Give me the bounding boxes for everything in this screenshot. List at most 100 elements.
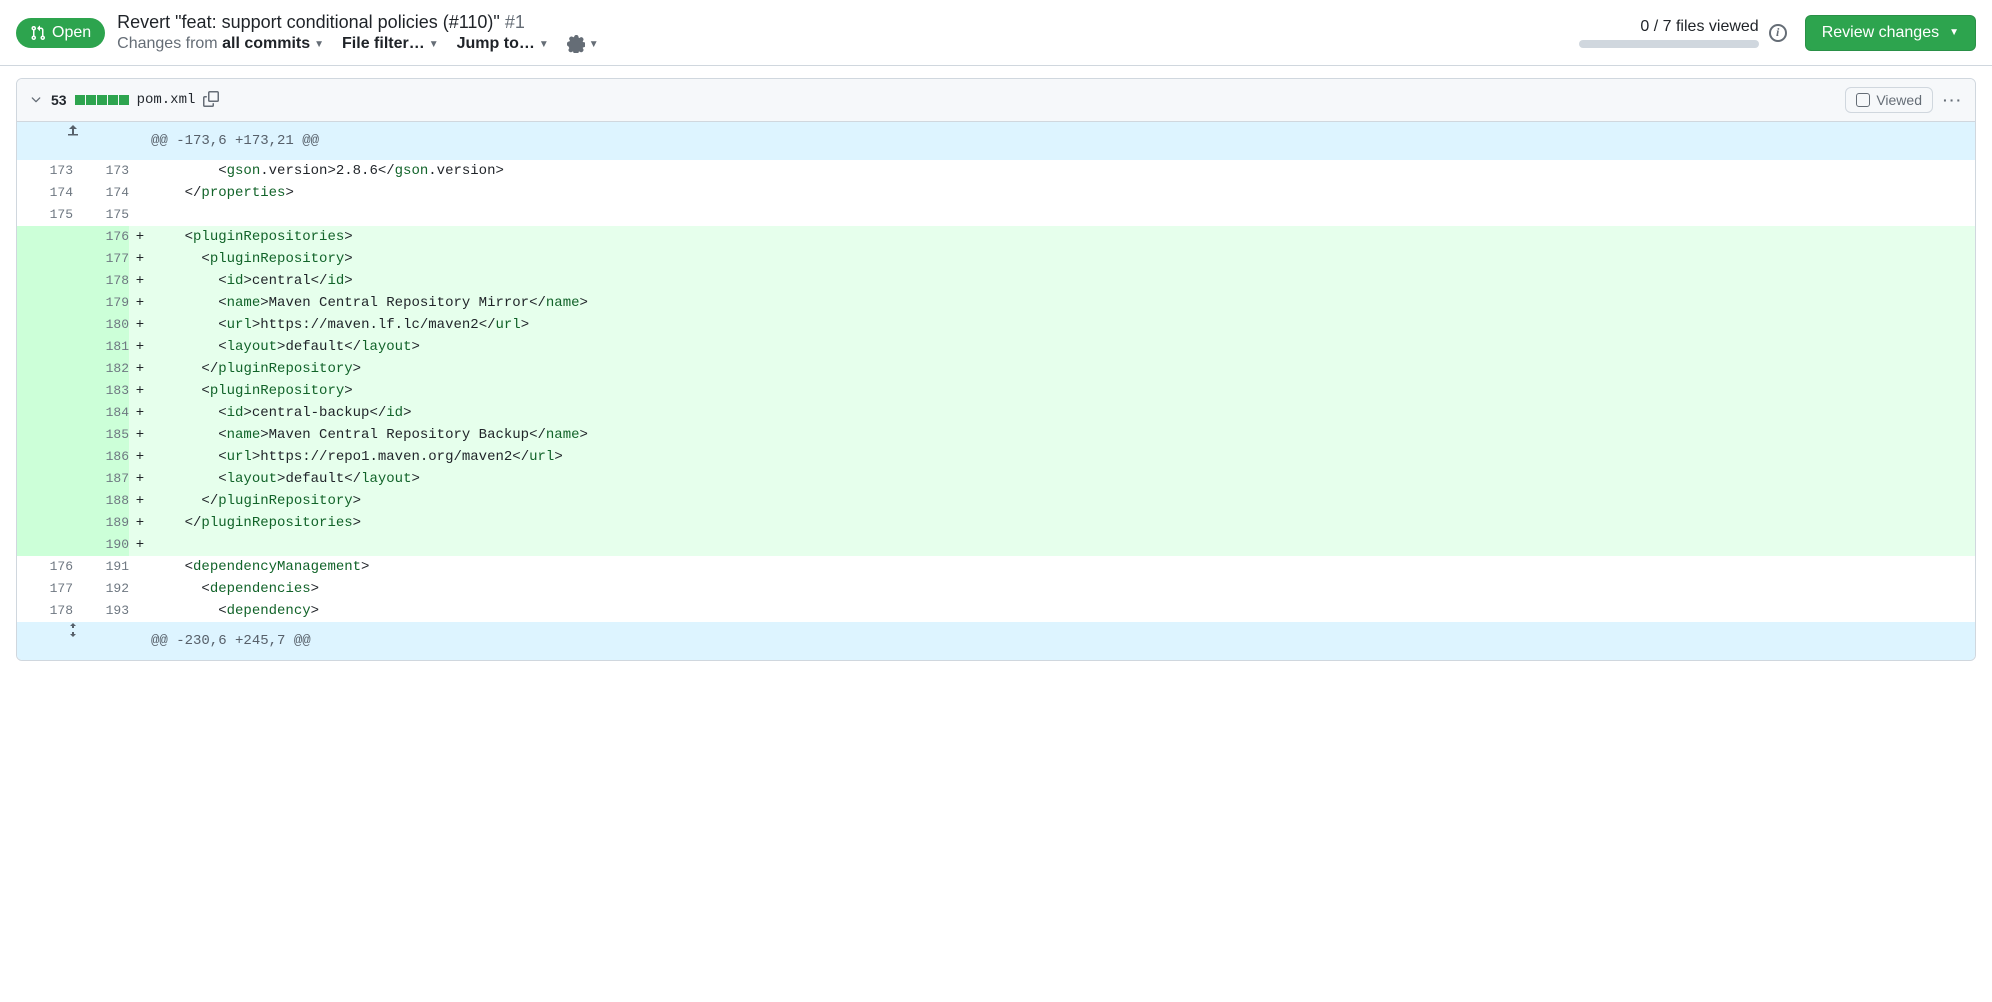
progress-bar bbox=[1579, 40, 1759, 48]
diff-marker: + bbox=[129, 270, 151, 292]
diff-settings-dropdown[interactable]: ▼ bbox=[567, 35, 599, 53]
caret-down-icon: ▼ bbox=[1949, 27, 1959, 38]
code-line: <url>https://maven.lf.lc/maven2</url> bbox=[151, 314, 1975, 336]
caret-down-icon: ▼ bbox=[429, 39, 439, 50]
viewed-checkbox[interactable]: Viewed bbox=[1845, 87, 1933, 113]
code-line: <pluginRepositories> bbox=[151, 226, 1975, 248]
diff-marker: + bbox=[129, 512, 151, 534]
diff-line-count[interactable]: 53 bbox=[51, 92, 67, 108]
diff-line: 186+ <url>https://repo1.maven.org/maven2… bbox=[17, 446, 1975, 468]
line-number-old[interactable]: 175 bbox=[17, 204, 73, 226]
line-number-old[interactable]: 177 bbox=[17, 578, 73, 600]
line-number-old[interactable] bbox=[17, 512, 73, 534]
expand-icon[interactable] bbox=[17, 622, 129, 660]
line-number-new[interactable]: 183 bbox=[73, 380, 129, 402]
code-line: </pluginRepositories> bbox=[151, 512, 1975, 534]
diff-line: 178+ <id>central</id> bbox=[17, 270, 1975, 292]
info-icon[interactable]: i bbox=[1769, 24, 1787, 42]
diff-marker: + bbox=[129, 490, 151, 512]
diff-marker bbox=[129, 600, 151, 622]
file-diff: 53 pom.xml Viewed ··· @@ -173,6 +173,21 … bbox=[16, 78, 1976, 661]
line-number-old[interactable] bbox=[17, 490, 73, 512]
code-line: <gson.version>2.8.6</gson.version> bbox=[151, 160, 1975, 182]
line-number-old[interactable] bbox=[17, 336, 73, 358]
caret-down-icon: ▼ bbox=[539, 39, 549, 50]
line-number-old[interactable] bbox=[17, 446, 73, 468]
line-number-old[interactable] bbox=[17, 314, 73, 336]
pr-title: Revert "feat: support conditional polici… bbox=[117, 12, 1567, 33]
line-number-new[interactable]: 179 bbox=[73, 292, 129, 314]
diff-marker: + bbox=[129, 226, 151, 248]
line-number-new[interactable]: 176 bbox=[73, 226, 129, 248]
line-number-new[interactable]: 193 bbox=[73, 600, 129, 622]
code-line: <dependencies> bbox=[151, 578, 1975, 600]
code-line: </properties> bbox=[151, 182, 1975, 204]
diff-line: 184+ <id>central-backup</id> bbox=[17, 402, 1975, 424]
diff-line: 175175 bbox=[17, 204, 1975, 226]
diff-line: 176191 <dependencyManagement> bbox=[17, 556, 1975, 578]
diff-line: 181+ <layout>default</layout> bbox=[17, 336, 1975, 358]
line-number-new[interactable]: 181 bbox=[73, 336, 129, 358]
diff-line: 178193 <dependency> bbox=[17, 600, 1975, 622]
diff-marker: + bbox=[129, 424, 151, 446]
line-number-old[interactable] bbox=[17, 226, 73, 248]
code-line bbox=[151, 204, 1975, 226]
line-number-new[interactable]: 188 bbox=[73, 490, 129, 512]
diff-table: @@ -173,6 +173,21 @@173173 <gson.version… bbox=[17, 122, 1975, 660]
diff-marker: + bbox=[129, 314, 151, 336]
diff-line: 173173 <gson.version>2.8.6</gson.version… bbox=[17, 160, 1975, 182]
line-number-new[interactable]: 178 bbox=[73, 270, 129, 292]
diff-marker: + bbox=[129, 292, 151, 314]
line-number-old[interactable]: 176 bbox=[17, 556, 73, 578]
gear-icon bbox=[567, 35, 585, 53]
line-number-old[interactable] bbox=[17, 270, 73, 292]
line-number-new[interactable]: 182 bbox=[73, 358, 129, 380]
caret-down-icon: ▼ bbox=[314, 39, 324, 50]
line-number-new[interactable]: 173 bbox=[73, 160, 129, 182]
line-number-new[interactable]: 177 bbox=[73, 248, 129, 270]
line-number-new[interactable]: 174 bbox=[73, 182, 129, 204]
line-number-old[interactable] bbox=[17, 402, 73, 424]
expand-icon[interactable] bbox=[17, 122, 129, 160]
line-number-old[interactable] bbox=[17, 534, 73, 556]
code-line: <dependencyManagement> bbox=[151, 556, 1975, 578]
review-changes-button[interactable]: Review changes ▼ bbox=[1805, 15, 1976, 51]
line-number-old[interactable] bbox=[17, 248, 73, 270]
line-number-new[interactable]: 175 bbox=[73, 204, 129, 226]
line-number-old[interactable]: 178 bbox=[17, 600, 73, 622]
file-filter-dropdown[interactable]: File filter… ▼ bbox=[342, 35, 439, 53]
line-number-old[interactable] bbox=[17, 292, 73, 314]
line-number-new[interactable]: 184 bbox=[73, 402, 129, 424]
line-number-old[interactable] bbox=[17, 424, 73, 446]
file-actions-menu[interactable]: ··· bbox=[1943, 92, 1963, 108]
line-number-new[interactable]: 190 bbox=[73, 534, 129, 556]
jump-to-dropdown[interactable]: Jump to… ▼ bbox=[457, 35, 549, 53]
git-pull-request-icon bbox=[30, 25, 46, 41]
line-number-new[interactable]: 185 bbox=[73, 424, 129, 446]
pr-header: Open Revert "feat: support conditional p… bbox=[0, 0, 1992, 66]
files-viewed-progress: 0 / 7 files viewed i bbox=[1579, 18, 1787, 48]
diff-marker bbox=[129, 182, 151, 204]
line-number-new[interactable]: 186 bbox=[73, 446, 129, 468]
line-number-old[interactable] bbox=[17, 380, 73, 402]
changes-from-dropdown[interactable]: Changes from all commits ▼ bbox=[117, 35, 324, 53]
diff-line: 188+ </pluginRepository> bbox=[17, 490, 1975, 512]
diff-line: 176+ <pluginRepositories> bbox=[17, 226, 1975, 248]
line-number-old[interactable]: 173 bbox=[17, 160, 73, 182]
diff-marker bbox=[129, 204, 151, 226]
copy-icon[interactable] bbox=[203, 91, 219, 110]
code-line: </pluginRepository> bbox=[151, 490, 1975, 512]
line-number-new[interactable]: 180 bbox=[73, 314, 129, 336]
line-number-old[interactable] bbox=[17, 358, 73, 380]
diff-line: 174174 </properties> bbox=[17, 182, 1975, 204]
line-number-new[interactable]: 192 bbox=[73, 578, 129, 600]
file-path[interactable]: pom.xml bbox=[137, 92, 196, 108]
code-line: <url>https://repo1.maven.org/maven2</url… bbox=[151, 446, 1975, 468]
chevron-down-icon[interactable] bbox=[29, 92, 43, 109]
code-line: </pluginRepository> bbox=[151, 358, 1975, 380]
line-number-new[interactable]: 189 bbox=[73, 512, 129, 534]
line-number-old[interactable] bbox=[17, 468, 73, 490]
line-number-new[interactable]: 191 bbox=[73, 556, 129, 578]
line-number-old[interactable]: 174 bbox=[17, 182, 73, 204]
line-number-new[interactable]: 187 bbox=[73, 468, 129, 490]
